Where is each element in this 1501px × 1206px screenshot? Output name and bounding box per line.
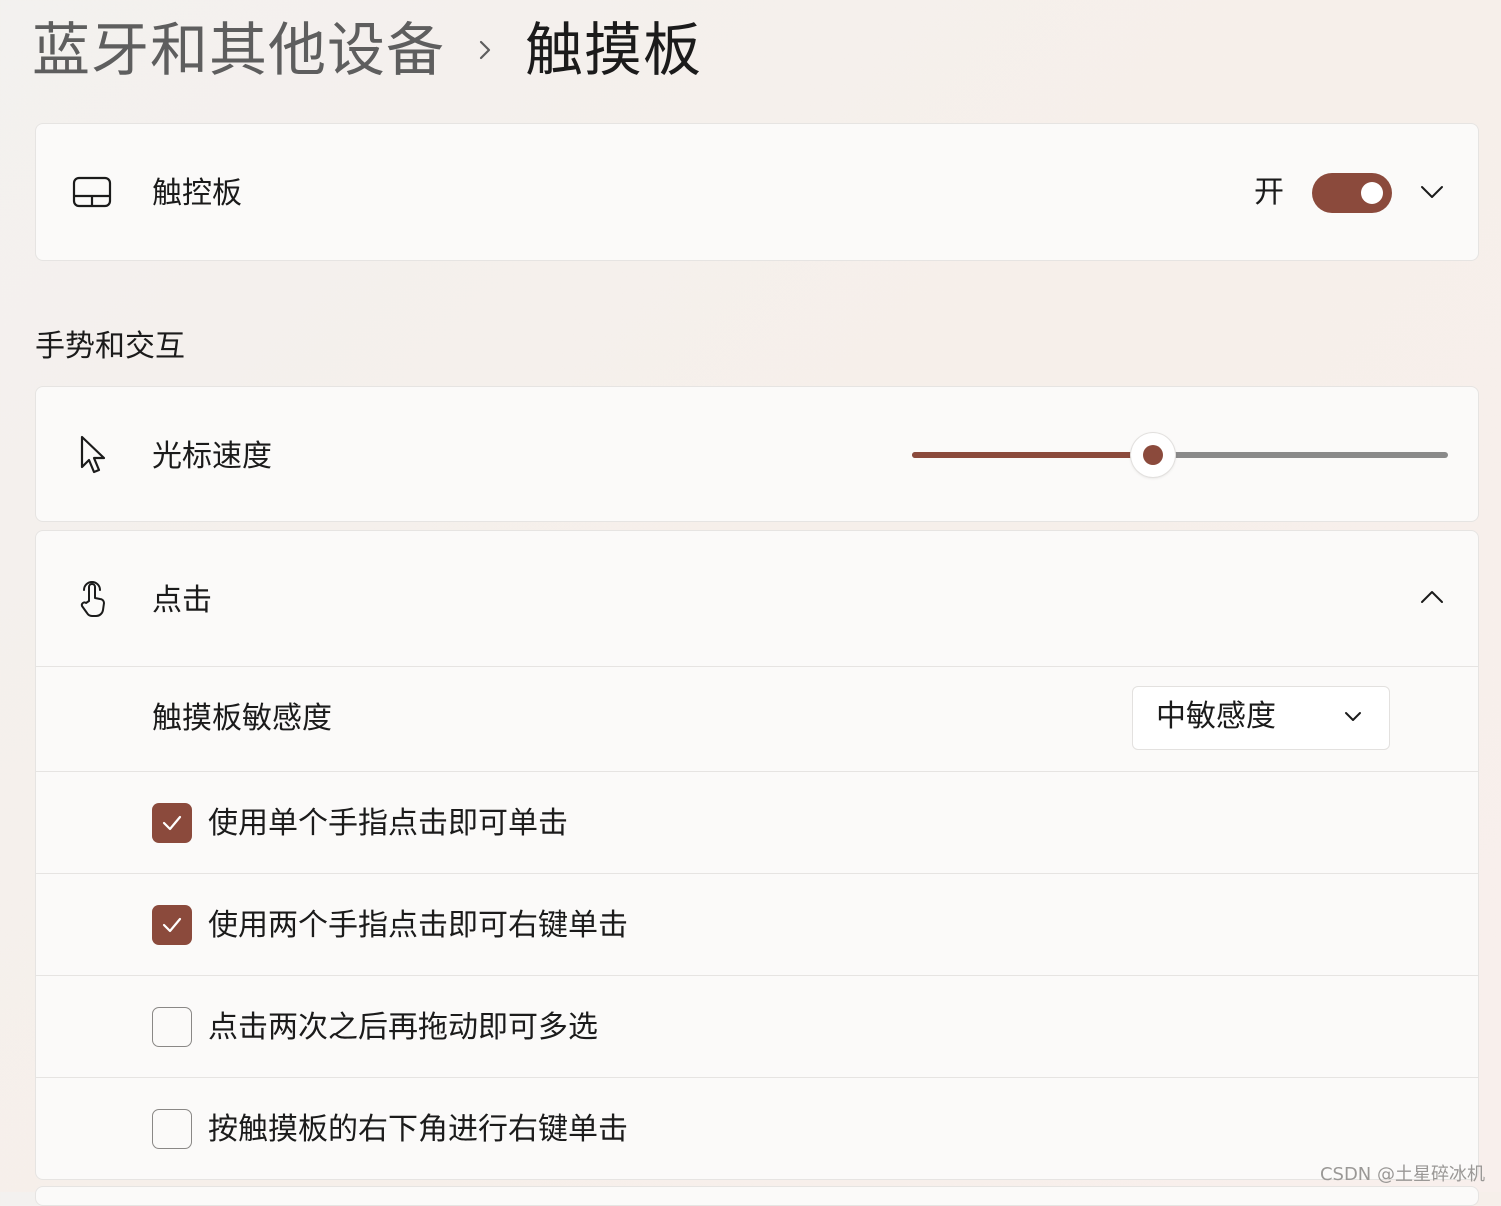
checkmark-icon [162,815,182,831]
two-finger-tap-checkbox[interactable] [152,905,192,945]
breadcrumb: 蓝牙和其他设备 触摸板 [32,10,702,90]
touchpad-toggle[interactable] [1312,173,1392,213]
cursor-speed-slider[interactable] [912,433,1448,477]
sensitivity-row: 触摸板敏感度 中敏感度 [36,666,1478,771]
section-title: 手势和交互 [35,329,185,364]
corner-right-click-checkbox[interactable] [152,1109,192,1149]
tap-option-row[interactable]: 使用两个手指点击即可右键单击 [36,873,1478,975]
tap-option-row[interactable]: 按触摸板的右下角进行右键单击 [36,1077,1478,1179]
tap-hand-icon [74,577,114,621]
cursor-speed-card: 光标速度 [35,386,1479,522]
tap-option-row[interactable]: 点击两次之后再拖动即可多选 [36,975,1478,1077]
tap-label: 点击 [152,583,212,618]
cursor-icon [76,433,110,477]
next-card-edge [35,1186,1479,1206]
tap-twice-drag-label: 点击两次之后再拖动即可多选 [208,1010,598,1045]
single-finger-tap-label: 使用单个手指点击即可单击 [208,806,568,841]
tap-header[interactable]: 点击 [36,531,1478,667]
tap-option-row[interactable]: 使用单个手指点击即可单击 [36,771,1478,873]
sensitivity-label: 触摸板敏感度 [152,701,332,736]
single-finger-tap-checkbox[interactable] [152,803,192,843]
page-title: 触摸板 [525,16,703,84]
chevron-down-icon [1343,709,1363,728]
slider-thumb[interactable] [1131,433,1176,477]
chevron-right-icon [445,36,525,64]
corner-right-click-label: 按触摸板的右下角进行右键单击 [208,1112,628,1147]
cursor-speed-label: 光标速度 [152,439,272,474]
touchpad-card[interactable]: 触控板 开 [35,123,1479,261]
touchpad-label: 触控板 [152,176,242,211]
slider-thumb-dot [1143,445,1164,465]
checkmark-icon [162,917,182,933]
sensitivity-dropdown[interactable]: 中敏感度 [1132,686,1390,750]
chevron-up-icon[interactable] [1416,583,1448,611]
toggle-state-label: 开 [1254,175,1284,210]
slider-fill [912,452,1154,458]
sensitivity-value: 中敏感度 [1156,699,1276,734]
toggle-knob [1361,182,1383,204]
touchpad-icon [70,174,114,210]
breadcrumb-parent-link[interactable]: 蓝牙和其他设备 [32,21,445,79]
tap-twice-drag-checkbox[interactable] [152,1007,192,1047]
chevron-down-icon[interactable] [1416,178,1448,206]
watermark: CSDN @土星碎冰机 [1319,1164,1485,1185]
tap-card: 点击 触摸板敏感度 中敏感度 使用单个手指点击即可单击 使用两个手指点击即可右键… [35,530,1479,1180]
two-finger-tap-label: 使用两个手指点击即可右键单击 [208,908,628,943]
